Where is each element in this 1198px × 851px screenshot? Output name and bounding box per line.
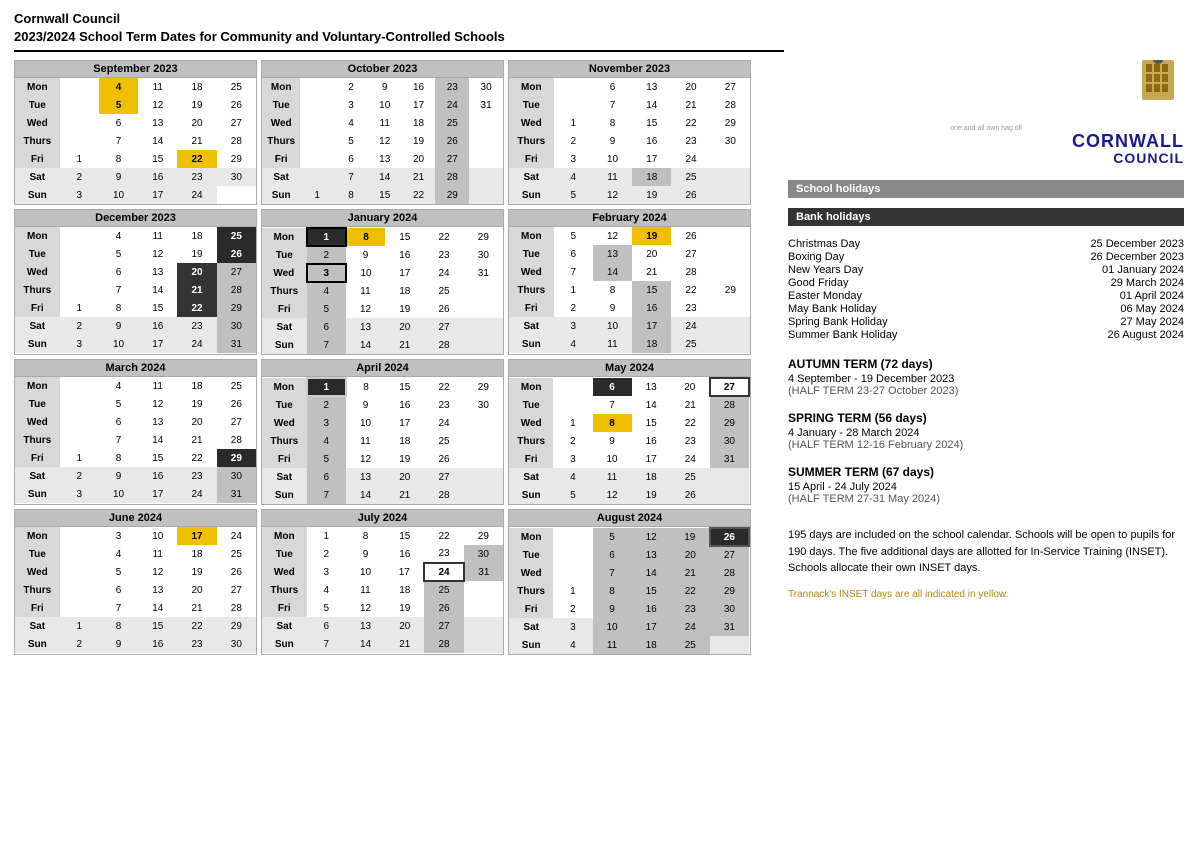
bh-name-0: Christmas Day: [788, 238, 860, 250]
calendar-row-4: June 2024 Mon 3 10 17 24 Tue: [14, 509, 774, 655]
bh-row-6: Spring Bank Holiday 27 May 2024: [788, 316, 1184, 328]
month-nov-2023: November 2023 Mon 6 13 20 27: [508, 60, 751, 205]
month-jun-2024: June 2024 Mon 3 10 17 24 Tue: [14, 509, 257, 655]
calendar-grid: September 2023 Mon 4 11 18 25: [14, 60, 774, 655]
summer-term-half: (HALF TERM 27-31 May 2024): [788, 493, 1184, 505]
bh-date-4: 01 April 2024: [1120, 290, 1184, 302]
bh-name-2: New Years Day: [788, 264, 863, 276]
month-apr-2024: April 2024 Mon 1 8 15 22 29 Tu: [261, 359, 504, 505]
bh-name-4: Easter Monday: [788, 290, 862, 302]
spring-term-title: SPRING TERM (56 days): [788, 411, 1184, 425]
bh-date-2: 01 January 2024: [1102, 264, 1184, 276]
bh-date-6: 27 May 2024: [1120, 316, 1184, 328]
calendar-row-3: March 2024 Mon 4 11 18 25 Tue: [14, 359, 774, 505]
calendar-row-2: December 2023 Mon 4 11 18 25: [14, 209, 774, 355]
org-name: Cornwall Council: [14, 10, 1184, 28]
month-jan-2024: January 2024 Mon 1 8 15 22 29: [261, 209, 504, 355]
month-aug-2024: August 2024 Mon 5 12 19 26 Tu: [508, 509, 751, 655]
bh-name-3: Good Friday: [788, 277, 849, 289]
bh-date-1: 26 December 2023: [1090, 251, 1184, 263]
autumn-term-title: AUTUMN TERM (72 days): [788, 357, 1184, 371]
month-jul-2024: July 2024 Mon 1 8 15 22 29 Tue: [261, 509, 504, 655]
bank-holidays-list: Christmas Day 25 December 2023 Boxing Da…: [788, 238, 1184, 341]
logo: one and all own hag oll CORNWALL COUNCIL: [788, 60, 1184, 166]
bh-name-5: May Bank Holiday: [788, 303, 877, 315]
bh-row-5: May Bank Holiday 06 May 2024: [788, 303, 1184, 315]
info-text: 195 days are included on the school cale…: [788, 527, 1184, 577]
bh-row-7: Summer Bank Holiday 26 August 2024: [788, 329, 1184, 341]
calendar-row-1: September 2023 Mon 4 11 18 25: [14, 60, 774, 205]
summer-term-dates: 15 April - 24 July 2024: [788, 481, 1184, 493]
month-sep-2023: September 2023 Mon 4 11 18 25: [14, 60, 257, 205]
bh-name-6: Spring Bank Holiday: [788, 316, 888, 328]
bh-date-7: 26 August 2024: [1108, 329, 1184, 341]
bh-row-0: Christmas Day 25 December 2023: [788, 238, 1184, 250]
autumn-term: AUTUMN TERM (72 days) 4 September - 19 D…: [788, 357, 1184, 397]
spring-term-half: (HALF TERM 12-16 February 2024): [788, 439, 1184, 451]
inset-note: Trannack's INSET days are all indicated …: [788, 589, 1184, 600]
right-panel: one and all own hag oll CORNWALL COUNCIL…: [774, 60, 1184, 655]
month-feb-2024: February 2024 Mon 5 12 19 26 Tue: [508, 209, 751, 355]
autumn-term-half: (HALF TERM 23-27 October 2023): [788, 385, 1184, 397]
logo-cornwall: CORNWALL: [788, 132, 1184, 150]
bh-row-1: Boxing Day 26 December 2023: [788, 251, 1184, 263]
month-oct-2023: October 2023 Mon 2 9 16 23 30: [261, 60, 504, 205]
summer-term-title: SUMMER TERM (67 days): [788, 465, 1184, 479]
bh-date-0: 25 December 2023: [1090, 238, 1184, 250]
bh-row-2: New Years Day 01 January 2024: [788, 264, 1184, 276]
cornwall-crest-icon: [1132, 60, 1184, 122]
bh-row-3: Good Friday 29 March 2024: [788, 277, 1184, 289]
autumn-term-dates: 4 September - 19 December 2023: [788, 373, 1184, 385]
summer-term: SUMMER TERM (67 days) 15 April - 24 July…: [788, 465, 1184, 505]
bh-date-3: 29 March 2024: [1111, 277, 1184, 289]
logo-council: COUNCIL: [788, 150, 1184, 166]
page-container: Cornwall Council 2023/2024 School Term D…: [14, 10, 1184, 655]
spring-term-dates: 4 January - 28 March 2024: [788, 427, 1184, 439]
spring-term: SPRING TERM (56 days) 4 January - 28 Mar…: [788, 411, 1184, 451]
bh-date-5: 06 May 2024: [1120, 303, 1184, 315]
bh-name-7: Summer Bank Holiday: [788, 329, 897, 341]
month-dec-2023: December 2023 Mon 4 11 18 25: [14, 209, 257, 355]
legend-bank-holidays: Bank holidays: [788, 208, 1184, 226]
legend-school-holidays: School holidays: [788, 180, 1184, 198]
month-may-2024: May 2024 Mon 6 13 20 27 Tue: [508, 359, 751, 505]
page-title: 2023/2024 School Term Dates for Communit…: [14, 28, 1184, 46]
header: Cornwall Council 2023/2024 School Term D…: [14, 10, 1184, 52]
bh-name-1: Boxing Day: [788, 251, 844, 263]
bh-row-4: Easter Monday 01 April 2024: [788, 290, 1184, 302]
calendar-section: September 2023 Mon 4 11 18 25: [14, 60, 774, 655]
month-mar-2024: March 2024 Mon 4 11 18 25 Tue: [14, 359, 257, 505]
